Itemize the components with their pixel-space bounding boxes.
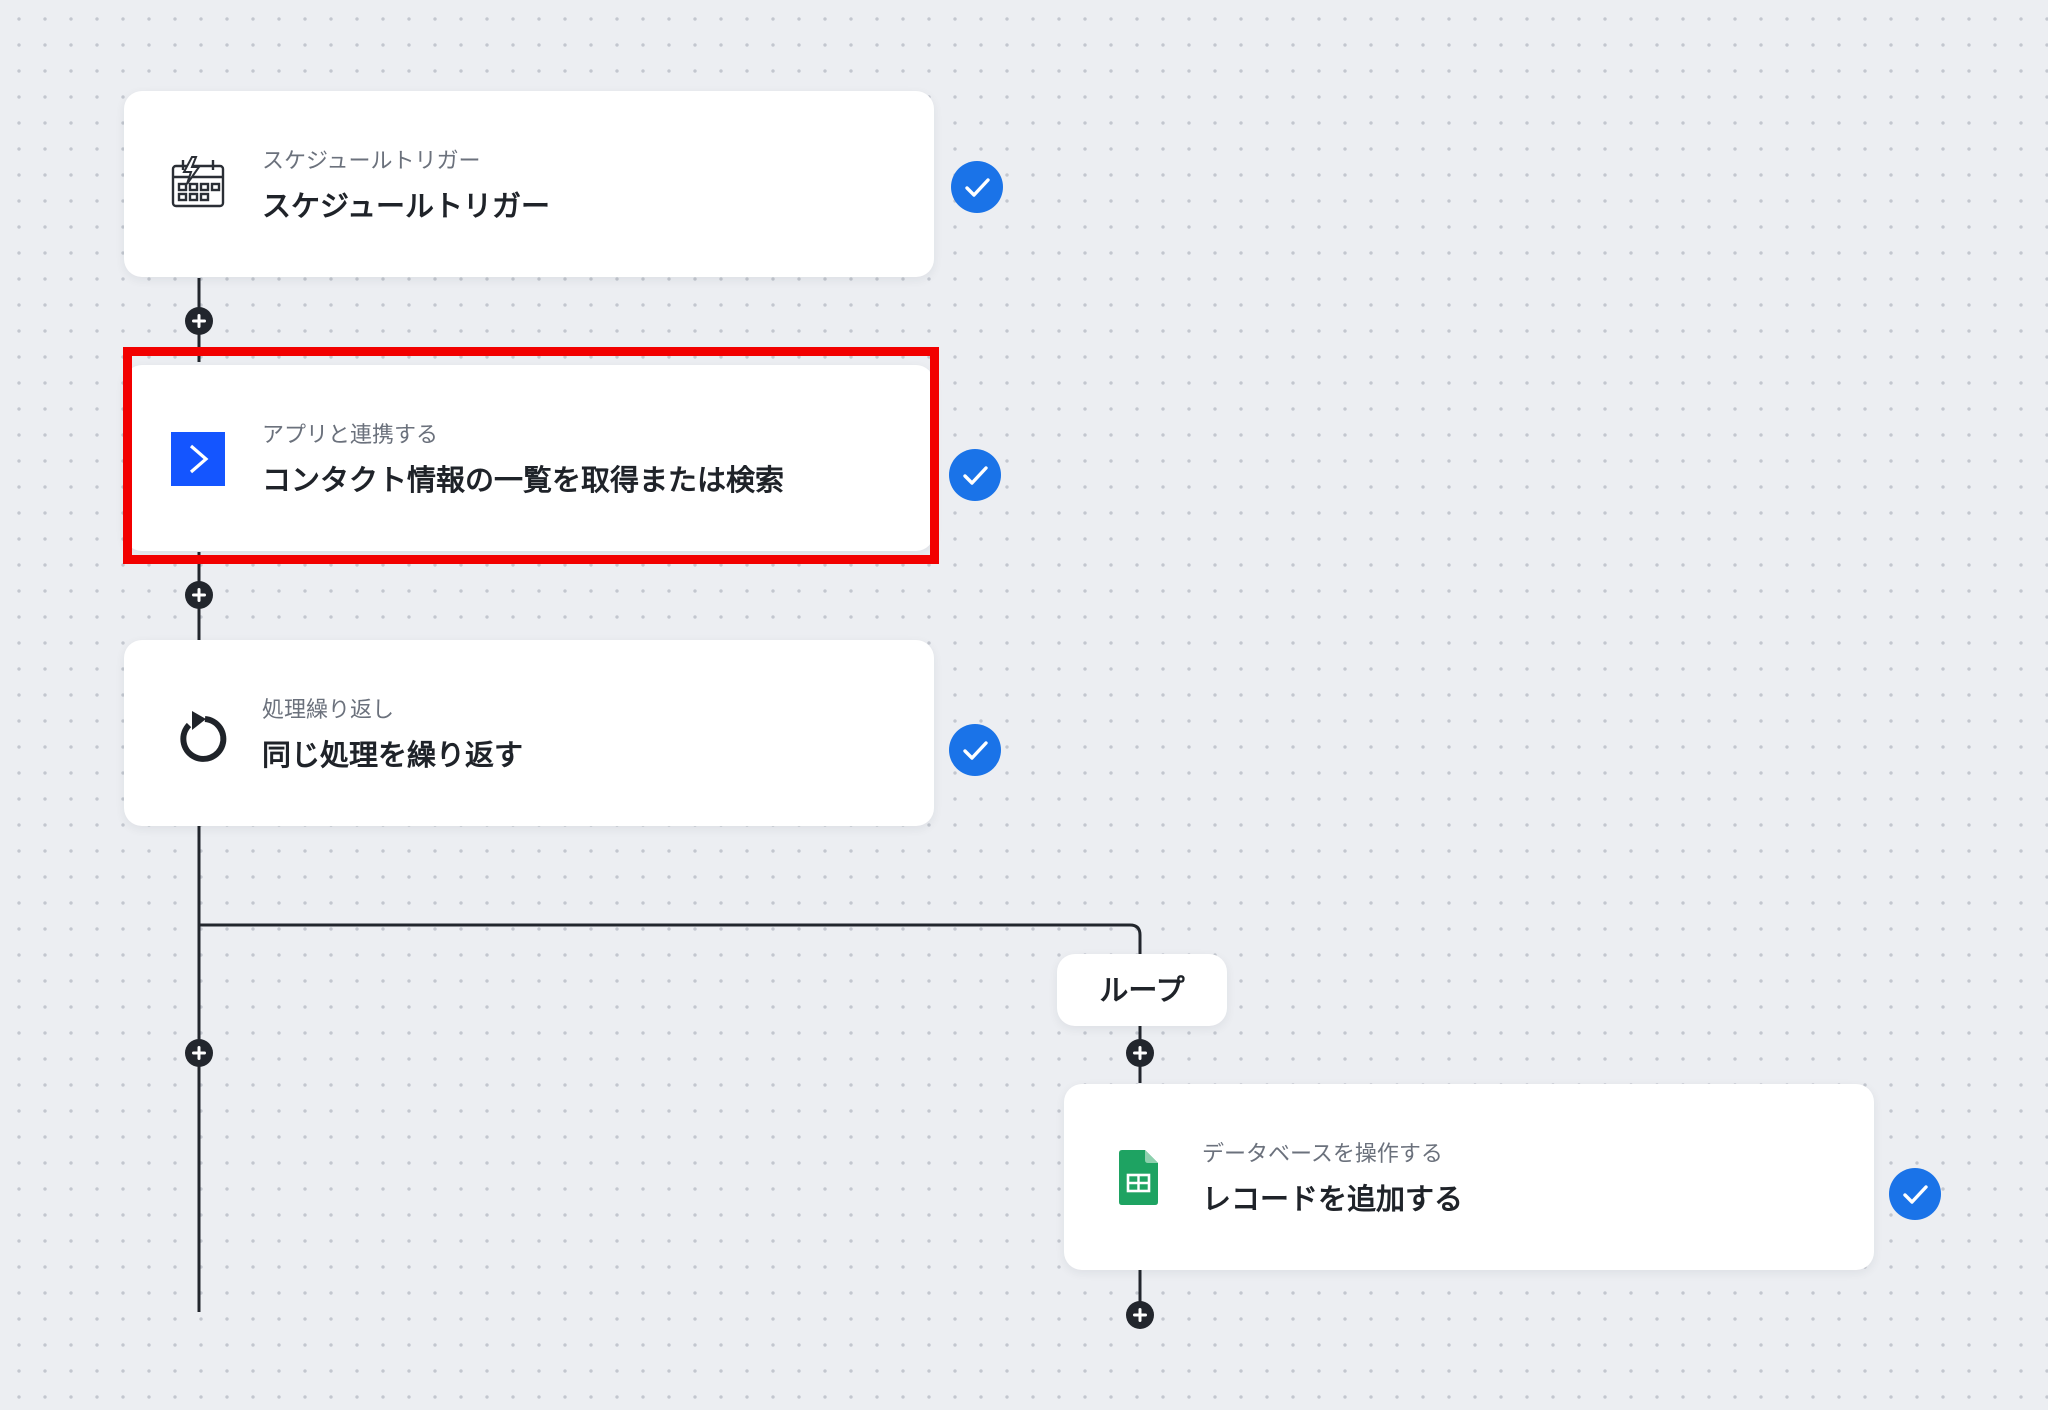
step-card-schedule-trigger[interactable]: スケジュールトリガー スケジュールトリガー	[124, 91, 934, 277]
google-sheets-icon	[1108, 1147, 1168, 1207]
step-card-add-record[interactable]: データベースを操作する レコードを追加する	[1064, 1084, 1874, 1270]
add-step-button[interactable]	[185, 581, 213, 609]
check-icon	[951, 161, 1003, 213]
add-step-button[interactable]	[1126, 1039, 1154, 1067]
add-step-button[interactable]	[185, 1039, 213, 1067]
step-category: データベースを操作する	[1202, 1142, 1443, 1167]
check-icon	[949, 449, 1001, 501]
step-card-get-contacts[interactable]: アプリと連携する コンタクト情報の一覧を取得または検索	[124, 365, 934, 551]
step-category: アプリと連携する	[262, 423, 439, 448]
add-step-button[interactable]	[185, 307, 213, 335]
flow-canvas: スケジュールトリガー スケジュールトリガー アプリと連携する コンタクト情報の一…	[0, 0, 2048, 1410]
calendar-trigger-icon	[168, 154, 228, 214]
activecampaign-app-icon	[168, 428, 228, 488]
step-title: スケジュールトリガー	[262, 189, 550, 223]
step-card-loop[interactable]: 処理繰り返し 同じ処理を繰り返す	[124, 640, 934, 826]
add-step-button[interactable]	[1126, 1301, 1154, 1329]
loop-arrow-icon	[168, 703, 228, 763]
check-icon	[1889, 1168, 1941, 1220]
loop-label: ループ	[1057, 954, 1227, 1026]
step-title: コンタクト情報の一覧を取得または検索	[262, 463, 785, 497]
step-title: レコードを追加する	[1202, 1182, 1464, 1216]
check-icon	[949, 724, 1001, 776]
step-title: 同じ処理を繰り返す	[262, 738, 524, 772]
step-category: スケジュールトリガー	[262, 149, 481, 174]
step-category: 処理繰り返し	[262, 698, 395, 723]
